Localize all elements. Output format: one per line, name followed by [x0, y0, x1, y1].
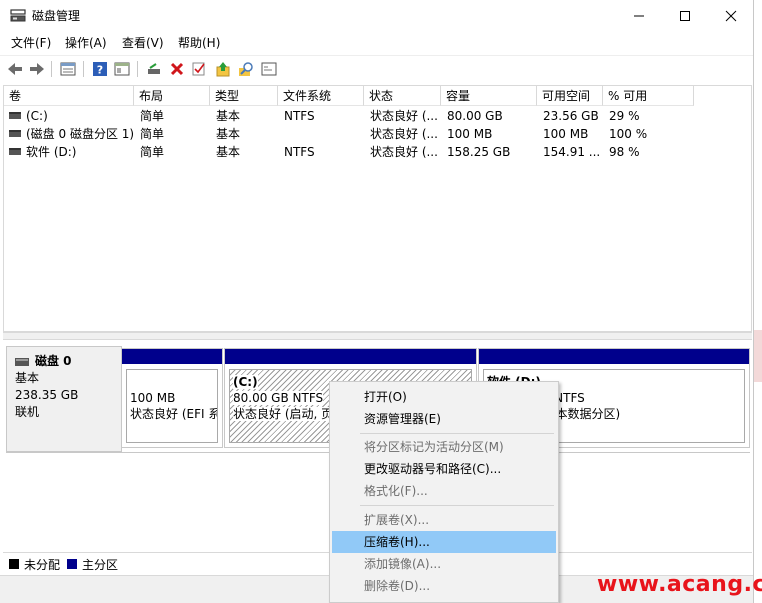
disk-management-app-icon	[10, 9, 26, 22]
minimize-button[interactable]	[616, 0, 662, 31]
partition-size: 100 MB	[130, 391, 176, 405]
volume-row[interactable]: (C:) 简单 基本 NTFS 状态良好 (... 80.00 GB 23.56…	[4, 107, 751, 125]
close-icon	[725, 10, 737, 21]
col-percent-free[interactable]: % 可用	[603, 86, 694, 106]
col-volume[interactable]: 卷	[4, 86, 134, 106]
primary-swatch	[67, 559, 77, 569]
search-button[interactable]	[236, 59, 256, 79]
view-button[interactable]	[112, 59, 132, 79]
partition-title: (C:)	[233, 375, 258, 389]
properties-icon	[60, 62, 76, 76]
volume-row[interactable]: 软件 (D:) 简单 基本 NTFS 状态良好 (... 158.25 GB 1…	[4, 143, 751, 161]
primary-partition-bar	[479, 349, 749, 364]
primary-partition-bar	[225, 349, 476, 364]
partition-status: 状态良好 (启动, 页	[233, 407, 334, 421]
col-filesystem[interactable]: 文件系统	[278, 86, 364, 106]
back-button[interactable]	[5, 59, 25, 79]
volume-row[interactable]: (磁盘 0 磁盘分区 1) 简单 基本 状态良好 (... 100 MB 100…	[4, 125, 751, 143]
upload-button[interactable]	[213, 59, 233, 79]
minimize-icon	[634, 15, 644, 16]
col-capacity[interactable]: 容量	[441, 86, 537, 106]
menu-extend-volume[interactable]: 扩展卷(X)...	[332, 509, 556, 531]
connect-disk-icon	[148, 63, 160, 74]
console-icon	[261, 62, 277, 76]
disk-0-label[interactable]: 磁盘 0 基本 238.35 GB 联机	[6, 346, 122, 452]
partition-efi[interactable]: 100 MB 状态良好 (EFI 系	[121, 348, 223, 448]
menu-shrink-volume[interactable]: 压缩卷(H)...	[332, 531, 556, 553]
menu-file[interactable]: 文件(F)	[11, 34, 51, 51]
col-status[interactable]: 状态	[364, 86, 441, 106]
menu-separator	[360, 433, 554, 434]
view-icon	[114, 62, 130, 76]
window-title: 磁盘管理	[32, 9, 81, 23]
col-free-space[interactable]: 可用空间	[537, 86, 603, 106]
check-icon	[192, 62, 205, 76]
disk-icon	[15, 357, 29, 366]
title-bar: 磁盘管理	[0, 0, 753, 31]
legend-primary: 主分区	[82, 558, 119, 572]
menu-open[interactable]: 打开(O)	[332, 386, 556, 408]
context-menu: 打开(O) 资源管理器(E) 将分区标记为活动分区(M) 更改驱动器号和路径(C…	[329, 381, 559, 603]
menu-change-drive-letter[interactable]: 更改驱动器号和路径(C)...	[332, 458, 556, 480]
volume-list: 卷 布局 类型 文件系统 状态 容量 可用空间 % 可用 (C:) 简单 基本 …	[3, 85, 752, 332]
background-edge	[754, 330, 762, 382]
connect-disk-button[interactable]	[144, 59, 164, 79]
console-button[interactable]	[259, 59, 279, 79]
primary-partition-bar	[122, 349, 222, 364]
col-type[interactable]: 类型	[210, 86, 278, 106]
volume-icon	[9, 148, 21, 155]
close-button[interactable]	[708, 0, 753, 31]
disk-size: 238.35 GB	[15, 388, 79, 402]
menu-explorer[interactable]: 资源管理器(E)	[332, 408, 556, 430]
check-button[interactable]	[189, 59, 209, 79]
help-button[interactable]: ?	[90, 59, 110, 79]
disk-state: 联机	[15, 405, 40, 419]
search-icon	[239, 62, 253, 76]
volume-icon	[9, 112, 21, 119]
menu-delete-volume[interactable]: 删除卷(D)...	[332, 575, 556, 597]
legend-unallocated: 未分配	[24, 558, 61, 572]
partition-size: 80.00 GB NTFS	[233, 391, 324, 405]
watermark: www.acang.cn	[597, 572, 762, 597]
properties-button[interactable]	[58, 59, 78, 79]
menu-help[interactable]: 帮助(H)	[178, 34, 220, 51]
svg-text:?: ?	[97, 64, 103, 77]
delete-icon	[170, 62, 184, 76]
toolbar: ?	[0, 55, 753, 81]
pane-splitter[interactable]	[3, 332, 752, 340]
menu-format[interactable]: 格式化(F)...	[332, 480, 556, 502]
upload-icon	[216, 62, 230, 77]
menu-view[interactable]: 查看(V)	[122, 34, 164, 51]
menu-bar: 文件(F) 操作(A) 查看(V) 帮助(H)	[0, 31, 753, 53]
menu-action[interactable]: 操作(A)	[65, 34, 107, 51]
menu-mark-active[interactable]: 将分区标记为活动分区(M)	[332, 436, 556, 458]
forward-button[interactable]	[27, 59, 47, 79]
menu-separator	[360, 505, 554, 506]
volume-icon	[9, 130, 21, 137]
forward-arrow-icon	[30, 63, 44, 75]
maximize-button[interactable]	[662, 0, 708, 31]
unallocated-swatch	[9, 559, 19, 569]
partition-status: 状态良好 (EFI 系	[130, 407, 218, 421]
back-arrow-icon	[8, 63, 22, 75]
col-layout[interactable]: 布局	[134, 86, 210, 106]
disk-name: 磁盘 0	[35, 354, 72, 368]
help-icon: ?	[93, 62, 107, 77]
menu-add-mirror[interactable]: 添加镜像(A)...	[332, 553, 556, 575]
maximize-icon	[680, 10, 690, 21]
delete-button[interactable]	[167, 59, 187, 79]
disk-type: 基本	[15, 371, 40, 385]
